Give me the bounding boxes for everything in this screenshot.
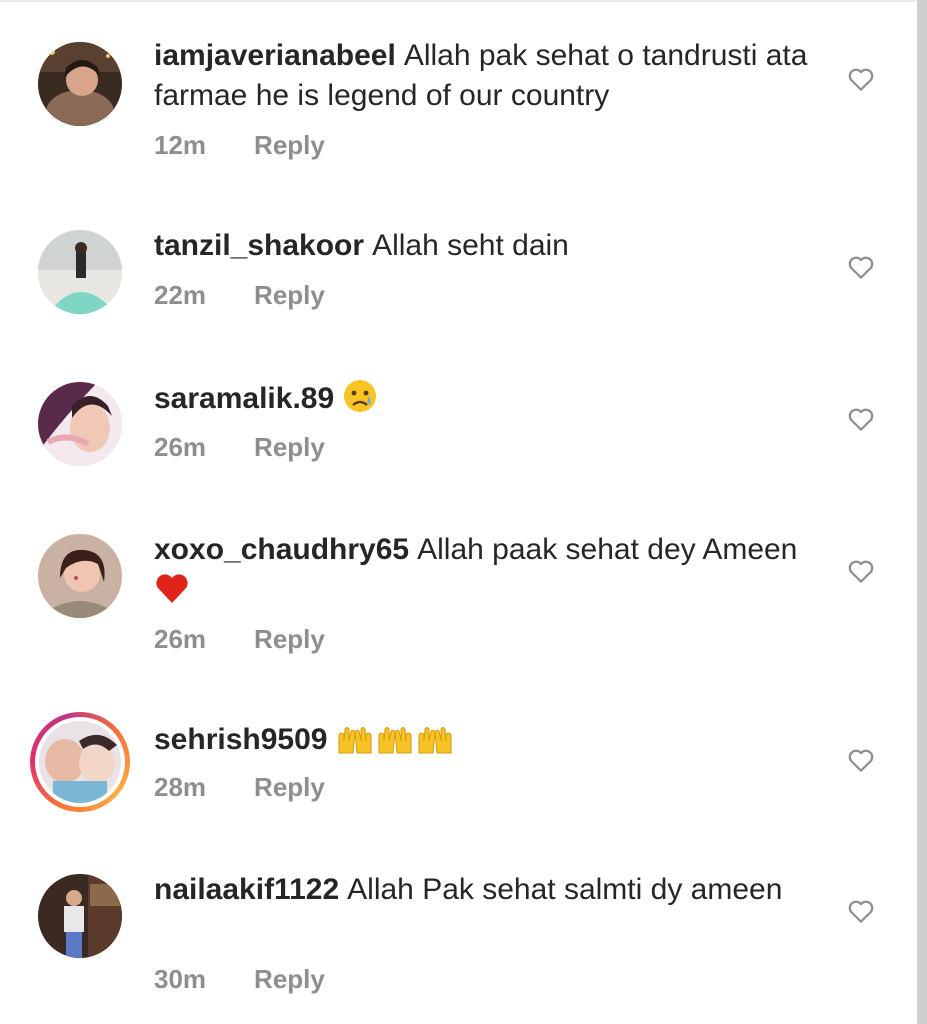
reply-button[interactable]: Reply xyxy=(254,432,325,463)
reply-button[interactable]: Reply xyxy=(254,280,325,311)
reply-button[interactable]: Reply xyxy=(254,772,325,803)
comment-meta: 26m Reply xyxy=(154,432,325,463)
crying-face-emoji xyxy=(342,378,378,425)
avatar-photo xyxy=(38,534,122,618)
comment-text: Allah paak sehat dey Ameen xyxy=(417,533,798,566)
reply-button[interactable]: Reply xyxy=(254,624,325,655)
heart-icon[interactable] xyxy=(846,252,876,282)
timestamp: 28m xyxy=(154,772,207,802)
avatar[interactable] xyxy=(38,874,122,958)
comment-body: iamjaverianabeel Allah pak sehat o tandru… xyxy=(154,36,834,116)
avatar-with-story-ring[interactable] xyxy=(30,712,130,812)
comment-text: Allah Pak sehat salmti dy ameen xyxy=(347,873,783,906)
comment-meta: 28m Reply xyxy=(154,772,325,803)
avatar[interactable] xyxy=(38,42,122,126)
username[interactable]: xoxo_chaudhry65 xyxy=(154,533,409,566)
timestamp: 30m xyxy=(154,964,207,994)
comment-text: Allah seht dain xyxy=(372,229,569,262)
raising-hands-emoji xyxy=(415,721,455,766)
avatar[interactable] xyxy=(38,382,122,466)
heart-icon[interactable] xyxy=(846,745,876,775)
heart-icon[interactable] xyxy=(846,556,876,586)
comment-body: saramalik.89 xyxy=(154,378,834,425)
timestamp: 22m xyxy=(154,280,207,310)
red-heart-emoji xyxy=(154,571,190,616)
comment-body: nailaakif1122 Allah Pak sehat salmti dy a… xyxy=(154,870,834,910)
raising-hands-emoji xyxy=(375,721,415,766)
reply-button[interactable]: Reply xyxy=(254,130,325,161)
avatar-photo xyxy=(38,42,122,126)
raising-hands-emoji xyxy=(335,721,375,766)
comment-body: xoxo_chaudhry65 Allah paak sehat dey Amee… xyxy=(154,530,834,616)
comment-meta: 12m Reply xyxy=(154,130,325,161)
avatar-photo xyxy=(38,230,122,314)
username[interactable]: saramalik.89 xyxy=(154,382,334,415)
avatar-photo xyxy=(38,874,122,958)
avatar[interactable] xyxy=(38,230,122,314)
top-divider xyxy=(0,0,916,2)
username[interactable]: iamjaverianabeel xyxy=(154,39,396,72)
comment-meta: 30m Reply xyxy=(154,964,325,995)
comment-body: sehrish9509 xyxy=(154,720,834,766)
avatar-photo xyxy=(38,382,122,466)
comments-screen: iamjaverianabeel Allah pak sehat o tandru… xyxy=(0,0,927,1024)
username[interactable]: nailaakif1122 xyxy=(154,873,339,906)
heart-icon[interactable] xyxy=(846,64,876,94)
scrollbar[interactable] xyxy=(917,0,927,1024)
timestamp: 26m xyxy=(154,624,207,654)
username[interactable]: sehrish9509 xyxy=(154,723,327,756)
heart-icon[interactable] xyxy=(846,404,876,434)
avatar[interactable] xyxy=(38,534,122,618)
username[interactable]: tanzil_shakoor xyxy=(154,229,364,262)
heart-icon[interactable] xyxy=(846,896,876,926)
comment-meta: 22m Reply xyxy=(154,280,325,311)
comment-body: tanzil_shakoor Allah seht dain xyxy=(154,226,834,266)
avatar-photo xyxy=(39,721,121,803)
comment-meta: 26m Reply xyxy=(154,624,325,655)
timestamp: 12m xyxy=(154,130,207,160)
timestamp: 26m xyxy=(154,432,207,462)
reply-button[interactable]: Reply xyxy=(254,964,325,995)
